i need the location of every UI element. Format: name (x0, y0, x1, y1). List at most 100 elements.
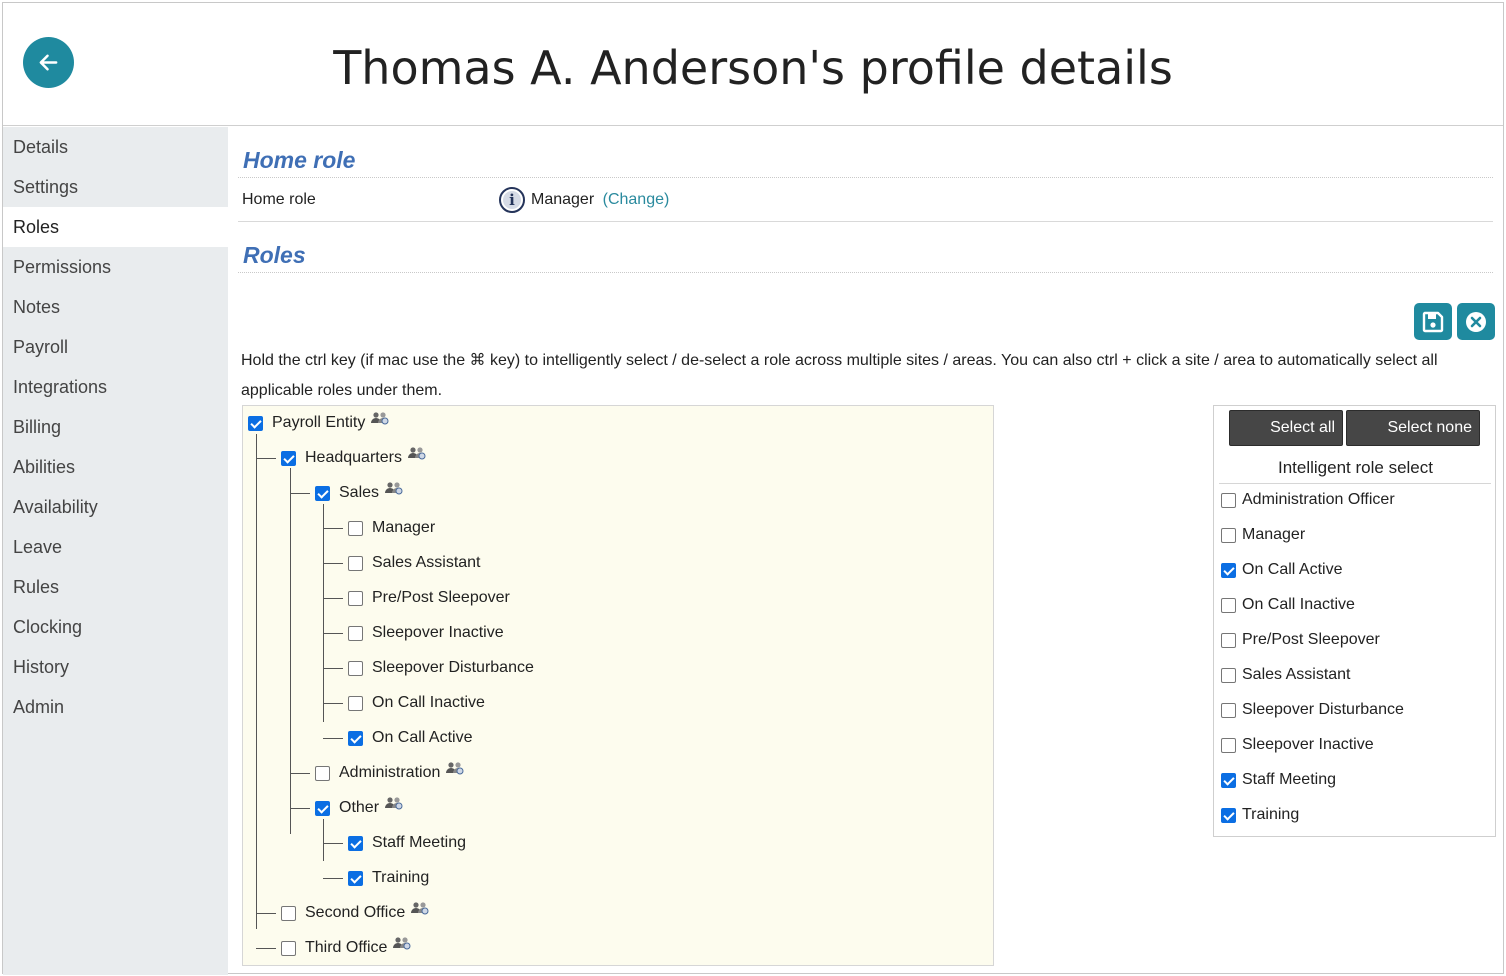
group-icon (385, 482, 403, 495)
tree-connector (323, 633, 343, 634)
sidebar-item-admin[interactable]: Admin (3, 687, 228, 727)
tree-node-second-office: Second Office (281, 902, 429, 924)
intelligent-role-checkbox[interactable] (1221, 562, 1236, 578)
app-frame: Thomas A. Anderson's profile details Det… (2, 2, 1504, 975)
tree-node-pre-post-sleepover: Pre/Post Sleepover (348, 587, 510, 609)
tree-checkbox[interactable] (348, 835, 363, 851)
tree-node-label[interactable]: Sales Assistant (372, 554, 481, 572)
sidebar-item-availability[interactable]: Availability (3, 487, 228, 527)
tree-connector (323, 843, 343, 844)
tree-node-label[interactable]: On Call Inactive (372, 694, 485, 712)
change-home-role-link[interactable]: (Change) (603, 191, 670, 208)
cancel-button[interactable] (1457, 303, 1495, 340)
sidebar-item-settings[interactable]: Settings (3, 167, 228, 207)
tree-node-label[interactable]: On Call Active (372, 729, 472, 747)
main-content: Home role Home role i Manager (Change) R… (238, 127, 1496, 975)
tree-node-on-call-inactive: On Call Inactive (348, 692, 485, 714)
intelligent-role-staff-meeting: Staff Meeting (1221, 769, 1336, 791)
info-icon[interactable]: i (499, 187, 525, 213)
sidebar-item-leave[interactable]: Leave (3, 527, 228, 567)
tree-connector (323, 703, 343, 704)
tree-checkbox[interactable] (315, 800, 330, 816)
tree-connector (323, 668, 343, 669)
intelligent-role-checkbox[interactable] (1221, 597, 1236, 613)
tree-checkbox[interactable] (281, 450, 296, 466)
intelligent-role-checkbox[interactable] (1221, 772, 1236, 788)
tree-checkbox[interactable] (348, 660, 363, 676)
intelligent-role-label[interactable]: Pre/Post Sleepover (1242, 631, 1380, 649)
intelligent-role-label[interactable]: Training (1242, 806, 1299, 824)
tree-checkbox[interactable] (248, 415, 263, 431)
tree-node-label[interactable]: Manager (372, 519, 435, 537)
tree-node-label[interactable]: Sleepover Disturbance (372, 659, 534, 677)
intelligent-role-select-panel: Select all Select none Intelligent role … (1213, 405, 1496, 837)
sidebar-item-billing[interactable]: Billing (3, 407, 228, 447)
tree-checkbox[interactable] (348, 730, 363, 746)
sidebar-item-payroll[interactable]: Payroll (3, 327, 228, 367)
tree-connector (323, 563, 343, 564)
intelligent-role-checkbox[interactable] (1221, 632, 1236, 648)
intelligent-role-label[interactable]: Sleepover Disturbance (1242, 701, 1404, 719)
sidebar-item-details[interactable]: Details (3, 127, 228, 167)
tree-checkbox[interactable] (348, 625, 363, 641)
select-none-button[interactable]: Select none (1346, 410, 1480, 446)
intelligent-role-manager: Manager (1221, 524, 1305, 546)
intelligent-role-label[interactable]: Sales Assistant (1242, 666, 1351, 684)
home-role-value: Manager (Change) (531, 191, 669, 209)
tree-node-label[interactable]: Headquarters (305, 449, 402, 467)
group-icon (446, 762, 464, 775)
tree-node-label[interactable]: Sleepover Inactive (372, 624, 504, 642)
tree-node-label[interactable]: Third Office (305, 939, 387, 957)
group-icon (371, 412, 389, 425)
tree-checkbox[interactable] (348, 870, 363, 886)
sidebar-item-abilities[interactable]: Abilities (3, 447, 228, 487)
sidebar-item-notes[interactable]: Notes (3, 287, 228, 327)
tree-checkbox[interactable] (315, 765, 330, 781)
select-all-button[interactable]: Select all (1229, 410, 1343, 446)
tree-checkbox[interactable] (348, 555, 363, 571)
intelligent-role-checkbox[interactable] (1221, 737, 1236, 753)
tree-node-label[interactable]: Second Office (305, 904, 405, 922)
intelligent-role-checkbox[interactable] (1221, 667, 1236, 683)
tree-connector (256, 458, 276, 459)
tree-checkbox[interactable] (281, 940, 296, 956)
page-title: Thomas A. Anderson's profile details (333, 41, 1173, 95)
intelligent-role-checkbox[interactable] (1221, 807, 1236, 823)
sidebar-item-roles[interactable]: Roles (3, 207, 228, 247)
tree-node-label[interactable]: Administration (339, 764, 440, 782)
intelligent-role-label[interactable]: Staff Meeting (1242, 771, 1336, 789)
intelligent-role-checkbox[interactable] (1221, 527, 1236, 543)
tree-connector (290, 468, 291, 834)
sidebar-item-integrations[interactable]: Integrations (3, 367, 228, 407)
intelligent-role-label[interactable]: Administration Officer (1242, 491, 1395, 509)
tree-node-label[interactable]: Pre/Post Sleepover (372, 589, 510, 607)
intelligent-role-label[interactable]: Sleepover Inactive (1242, 736, 1374, 754)
intelligent-role-checkbox[interactable] (1221, 702, 1236, 718)
sidebar-item-clocking[interactable]: Clocking (3, 607, 228, 647)
tree-connector (323, 738, 343, 739)
intelligent-role-label[interactable]: On Call Inactive (1242, 596, 1355, 614)
sidebar-item-permissions[interactable]: Permissions (3, 247, 228, 287)
tree-node-label[interactable]: Other (339, 799, 379, 817)
tree-node-manager: Manager (348, 517, 435, 539)
tree-connector (323, 819, 324, 861)
tree-checkbox[interactable] (348, 695, 363, 711)
tree-connector (323, 504, 324, 722)
save-icon (1422, 311, 1444, 333)
intelligent-role-label[interactable]: On Call Active (1242, 561, 1342, 579)
tree-node-sleepover-disturbance: Sleepover Disturbance (348, 657, 534, 679)
save-button[interactable] (1414, 303, 1452, 340)
tree-checkbox[interactable] (315, 485, 330, 501)
tree-node-label[interactable]: Training (372, 869, 429, 887)
tree-checkbox[interactable] (348, 590, 363, 606)
sidebar-item-history[interactable]: History (3, 647, 228, 687)
tree-node-label[interactable]: Staff Meeting (372, 834, 466, 852)
intelligent-role-label[interactable]: Manager (1242, 526, 1305, 544)
tree-checkbox[interactable] (281, 905, 296, 921)
tree-node-label[interactable]: Sales (339, 484, 379, 502)
tree-checkbox[interactable] (348, 520, 363, 536)
sidebar-item-rules[interactable]: Rules (3, 567, 228, 607)
tree-node-sales: Sales (315, 482, 403, 504)
intelligent-role-checkbox[interactable] (1221, 492, 1236, 508)
tree-node-label[interactable]: Payroll Entity (272, 414, 365, 432)
